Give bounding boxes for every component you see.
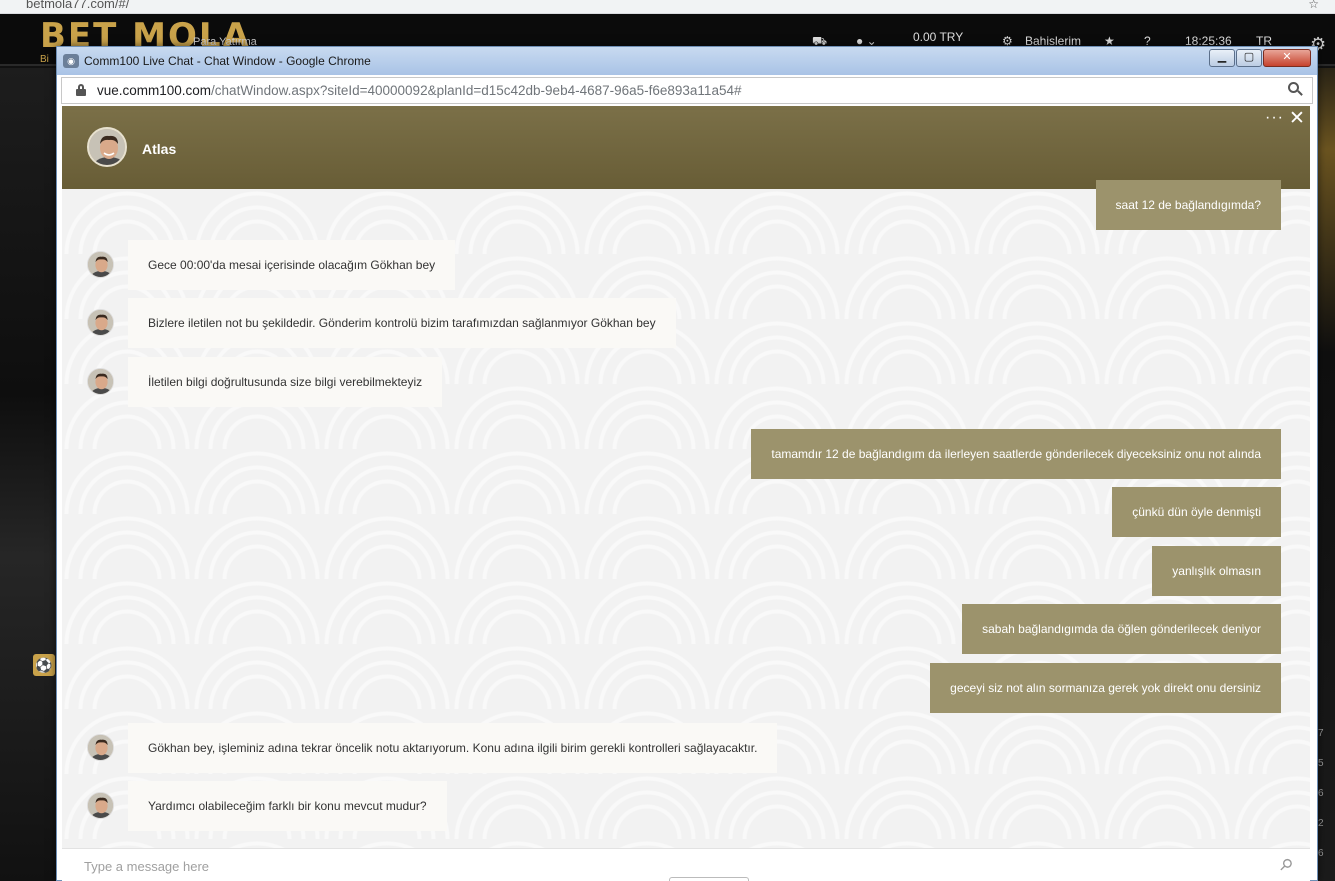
background-left-panel — [0, 68, 56, 881]
background-address-bar: betmola77.com/#/ ☆ — [0, 0, 1335, 14]
bookmark-star-icon[interactable]: ☆ — [1308, 0, 1319, 11]
side-number: 5 — [1318, 758, 1324, 769]
side-number: 6 — [1318, 788, 1324, 799]
agent-message-avatar — [87, 368, 114, 395]
visitor-message: saat 12 de bağlandıgımda? — [1095, 180, 1281, 230]
zoom-icon[interactable] — [1288, 82, 1303, 96]
visitor-message: tamamdır 12 de bağlandıgım da ilerleyen … — [751, 429, 1281, 479]
url-host: vue.comm100.com — [97, 83, 212, 98]
message-list[interactable]: saat 12 de bağlandıgımda? Gece 00:00'da … — [62, 180, 1310, 848]
side-number: 6 — [1318, 848, 1324, 859]
agent-message: Yardımcı olabileceğim farklı bir konu me… — [128, 781, 447, 831]
message-input[interactable] — [84, 856, 1264, 876]
chat-popup-window: ◉ Comm100 Live Chat - Chat Window - Goog… — [56, 46, 1318, 881]
lock-icon[interactable] — [76, 84, 86, 96]
chat-window: Atlas ··· ✕ saat 12 de bağlandıgımda? Ge… — [62, 106, 1310, 881]
message-composer: ⚲ — [62, 848, 1310, 881]
site-logo-sub: Bi — [40, 54, 49, 65]
side-number: 2 — [1318, 818, 1324, 829]
soccer-ball-icon[interactable]: ⚽ — [33, 654, 55, 676]
visitor-message: geceyi siz not alın sormanıza gerek yok … — [930, 663, 1281, 713]
agent-message-avatar — [87, 792, 114, 819]
visitor-message: sabah bağlandıgımda da öğlen gönderilece… — [962, 604, 1281, 654]
agent-message-avatar — [87, 734, 114, 761]
url-path: /chatWindow.aspx?siteId=40000092&planId=… — [211, 83, 742, 98]
agent-message-avatar — [87, 251, 114, 278]
attachment-paperclip-icon[interactable]: ⚲ — [1275, 854, 1297, 876]
visitor-message: çünkü dün öyle denmişti — [1112, 487, 1281, 537]
maximize-button[interactable]: ▢ — [1236, 49, 1262, 67]
agent-name: Atlas — [142, 141, 177, 157]
agent-message: Gece 00:00'da mesai içerisinde olacağım … — [128, 240, 456, 290]
hidden-button-edge[interactable] — [669, 877, 749, 881]
agent-message-avatar — [87, 309, 114, 336]
agent-avatar — [87, 127, 127, 167]
agent-message: İletilen bilgi doğrultusunda size bilgi … — [128, 357, 443, 407]
visitor-message: yanlışlık olmasın — [1152, 546, 1281, 596]
minimize-button[interactable]: ▁ — [1209, 49, 1235, 67]
chat-close-icon[interactable]: ✕ — [1289, 107, 1305, 130]
balance-display[interactable]: 0.00 TRY — [913, 30, 963, 44]
chat-header: Atlas ··· ✕ — [62, 106, 1310, 189]
address-bar[interactable]: vue.comm100.com/chatWindow.aspx?siteId=4… — [61, 77, 1313, 104]
comm100-app-icon: ◉ — [63, 54, 79, 68]
agent-message: Gökhan bey, işleminiz adına tekrar öncel… — [128, 723, 778, 773]
side-number: 7 — [1318, 728, 1324, 739]
more-options-icon[interactable]: ··· — [1265, 109, 1284, 127]
background-url: betmola77.com/#/ — [26, 0, 130, 11]
background-side-numbers: 7 5 6 2 6 — [1318, 719, 1324, 869]
agent-message: Bizlere iletilen not bu şekildedir. Gönd… — [128, 298, 676, 348]
window-title: Comm100 Live Chat - Chat Window - Google… — [84, 54, 371, 68]
window-titlebar[interactable]: ◉ Comm100 Live Chat - Chat Window - Goog… — [57, 47, 1317, 75]
window-close-button[interactable]: ✕ — [1263, 49, 1311, 67]
address-url[interactable]: vue.comm100.com/chatWindow.aspx?siteId=4… — [97, 83, 741, 98]
